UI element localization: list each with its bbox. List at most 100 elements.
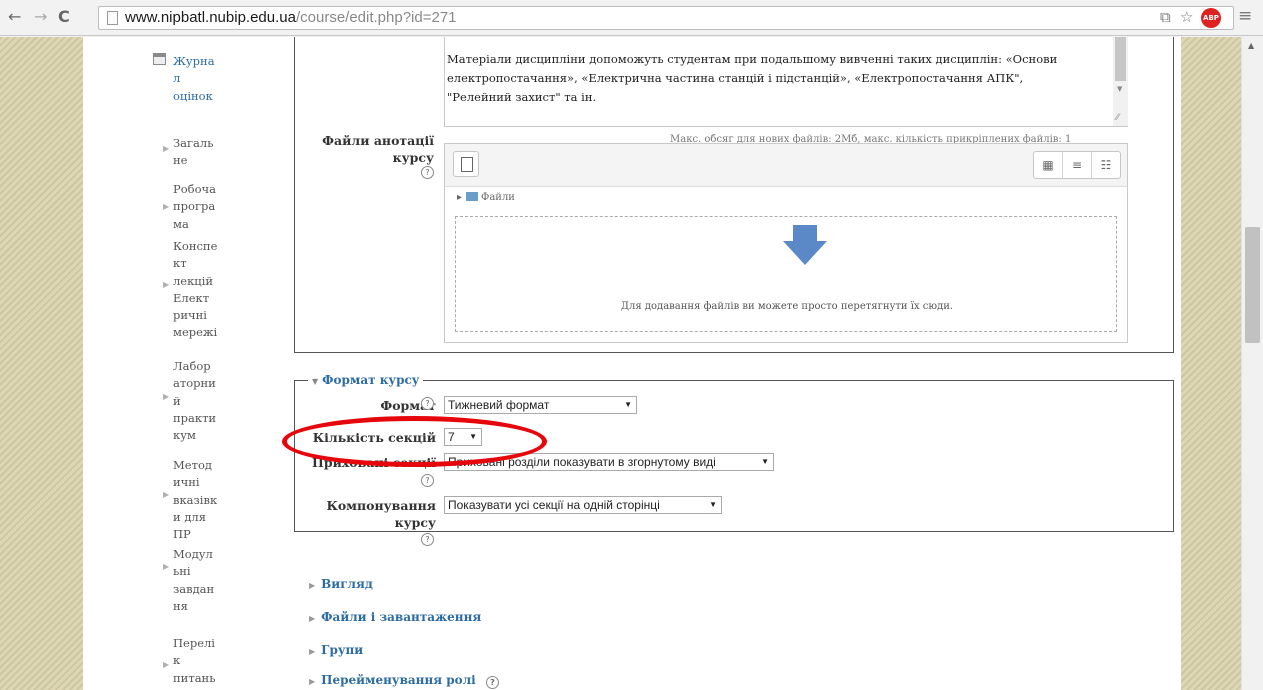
section-appearance-label: Вигляд [321, 577, 373, 591]
view-switcher: ▦ ≡ ☷ [1033, 151, 1121, 179]
page-scrollbar[interactable]: ▲ [1241, 37, 1263, 690]
layout-select-value: Показувати усі секції на одній сторінці [448, 498, 660, 512]
editor-scroll-down-icon[interactable]: ▼ [1117, 85, 1122, 93]
add-file-button[interactable] [453, 151, 479, 177]
course-format-legend-text: Формат курсу [322, 373, 420, 387]
chevron-down-icon: ▼ [624, 400, 632, 409]
sections-count-select[interactable]: 7 ▼ [444, 428, 482, 446]
sidebar-item[interactable]: Робоча програ ма [173, 181, 229, 233]
course-format-legend[interactable]: ▼ Формат курсу [308, 373, 424, 387]
expanded-triangle-icon: ▼ [312, 377, 319, 386]
collapsed-triangle-icon: ▶ [309, 581, 316, 590]
scroll-up-icon[interactable]: ▲ [1248, 41, 1254, 50]
sidebar-item-line: завдан [173, 581, 215, 596]
sidebar-item-line: Загаль [173, 136, 214, 150]
summary-line-1: Матеріали дисципліни допоможуть студента… [447, 52, 1058, 66]
section-files-uploads-label: Файли і завантаження [321, 610, 482, 624]
browser-toolbar: ← → C www.nipbatl.nubip.edu.ua/course/ed… [0, 0, 1263, 36]
summary-line-3: "Релейний захист" та ін. [447, 90, 597, 104]
collapsed-triangle-icon[interactable]: ▶ [163, 202, 169, 211]
sidebar-item[interactable]: Конспе кт лекцій Елект ричні мережі [173, 238, 229, 342]
layout-select[interactable]: Показувати усі секції на одній сторінці ▼ [444, 496, 722, 514]
sidebar-item-line: л [173, 71, 181, 86]
section-files-uploads[interactable]: ▶ Файли і завантаження [309, 610, 481, 624]
list-view-icon[interactable]: ≡ [1062, 152, 1091, 178]
collapsed-triangle-icon: ▶ [309, 647, 316, 656]
sidebar-item-line: Перелі [173, 636, 215, 650]
sidebar-item-line: ичні [173, 475, 200, 490]
collapsed-triangle-icon[interactable]: ▶ [163, 490, 169, 499]
collapsed-triangle-icon[interactable]: ▶ [163, 144, 169, 153]
sidebar-item-line: Лабор [173, 359, 211, 373]
help-icon[interactable]: ? [421, 166, 434, 179]
folder-path[interactable]: ▸ Файли [457, 192, 515, 203]
sidebar-item-line: кум [173, 428, 196, 443]
hidden-help-icon[interactable]: ? [421, 474, 434, 487]
sidebar-item[interactable]: Загаль не [173, 135, 229, 170]
section-groups-label: Групи [321, 643, 364, 657]
sidebar-item[interactable]: Лабор аторни й практи кум [173, 358, 229, 444]
resize-handle-icon[interactable]: ⁄⁄ [1116, 113, 1119, 123]
section-groups[interactable]: ▶ Групи [309, 643, 363, 657]
file-manager-toolbar: ▦ ≡ ☷ [445, 144, 1127, 187]
sidebar-item-line: ричні [173, 308, 207, 323]
file-drop-zone[interactable]: Для додавання файлів ви можете просто пе… [455, 216, 1117, 332]
section-role-renaming[interactable]: ▶ Перейменування ролі ? [309, 673, 499, 689]
sidebar-item-line: Модул [173, 547, 213, 561]
collapsed-triangle-icon[interactable]: ▶ [163, 280, 169, 289]
tree-view-icon[interactable]: ☷ [1091, 152, 1120, 178]
calendar-icon [153, 53, 166, 65]
menu-icon[interactable]: ≡ [1238, 6, 1252, 26]
sidebar-item[interactable]: Модул ьні завдан ня [173, 546, 229, 615]
icons-view-icon[interactable]: ▦ [1034, 152, 1062, 178]
sidebar-item[interactable]: Журна л оцінок [173, 53, 229, 105]
layout-label-line1: Компонування [326, 498, 436, 513]
format-select[interactable]: Тижневий формат ▼ [444, 396, 637, 414]
hidden-sections-value: Приховані розділи показувати в згорнутом… [448, 455, 716, 469]
layout-label: Компонування курсу [296, 497, 436, 531]
sidebar-item-line: и для [173, 509, 206, 524]
folder-label: Файли [481, 192, 515, 203]
collapsed-triangle-icon[interactable]: ▶ [163, 562, 169, 571]
sections-count-label: Кількість секцій [312, 430, 436, 445]
sections-count-value: 7 [448, 430, 455, 444]
drop-hint: Для додавання файлів ви можете просто пе… [620, 301, 954, 312]
chevron-down-icon: ▼ [709, 500, 717, 509]
sidebar-item-line: й [173, 393, 181, 408]
chevron-down-icon: ▼ [761, 457, 769, 466]
hidden-sections-select[interactable]: Приховані розділи показувати в згорнутом… [444, 453, 774, 471]
collapsed-triangle-icon[interactable]: ▶ [163, 660, 169, 669]
format-select-value: Тижневий формат [448, 398, 550, 412]
role-help-icon[interactable]: ? [485, 676, 499, 689]
layout-help-icon[interactable]: ? [421, 533, 434, 546]
collapsed-triangle-icon[interactable]: ▶ [163, 392, 169, 401]
section-appearance[interactable]: ▶ Вигляд [309, 577, 373, 591]
sidebar-item-line: Конспе [173, 239, 218, 253]
adblock-icon[interactable]: ABP [1201, 8, 1221, 28]
format-label: Формат [380, 398, 436, 413]
sidebar-item[interactable]: Перелі к питань [173, 635, 229, 687]
address-bar[interactable]: www.nipbatl.nubip.edu.ua/course/edit.php… [98, 6, 1234, 30]
summary-editor[interactable]: Матеріали дисципліни допоможуть студента… [444, 37, 1128, 127]
sidebar-item-line: Робоча [173, 182, 216, 196]
sidebar-item-line: ня [173, 598, 188, 613]
bookmark-star-icon[interactable]: ☆ [1180, 8, 1193, 26]
translate-icon[interactable]: ⧉ [1160, 8, 1171, 26]
annotation-files-label: Файли анотації курсу [300, 132, 434, 166]
chevron-down-icon: ▼ [469, 432, 477, 441]
sidebar-item-line: питань [173, 670, 216, 685]
sidebar-item[interactable]: Метод ичні вказівк и для ПР [173, 457, 229, 543]
collapsed-triangle-icon: ▶ [309, 614, 316, 623]
collapsed-triangle-icon: ▶ [309, 677, 316, 686]
editor-scroll-thumb[interactable] [1115, 37, 1126, 81]
reload-icon[interactable]: C [58, 7, 70, 26]
forward-icon[interactable]: → [34, 7, 47, 26]
format-help-icon[interactable]: ? [421, 397, 434, 410]
summary-text[interactable]: Матеріали дисципліни допоможуть студента… [447, 50, 1107, 107]
page-background-right [1181, 37, 1241, 690]
scroll-thumb[interactable] [1245, 227, 1260, 343]
layout-label-line2: курсу [394, 515, 436, 530]
back-icon[interactable]: ← [8, 7, 21, 26]
section-role-renaming-label: Перейменування ролі [321, 673, 476, 687]
sidebar-item-line: Елект [173, 290, 210, 305]
